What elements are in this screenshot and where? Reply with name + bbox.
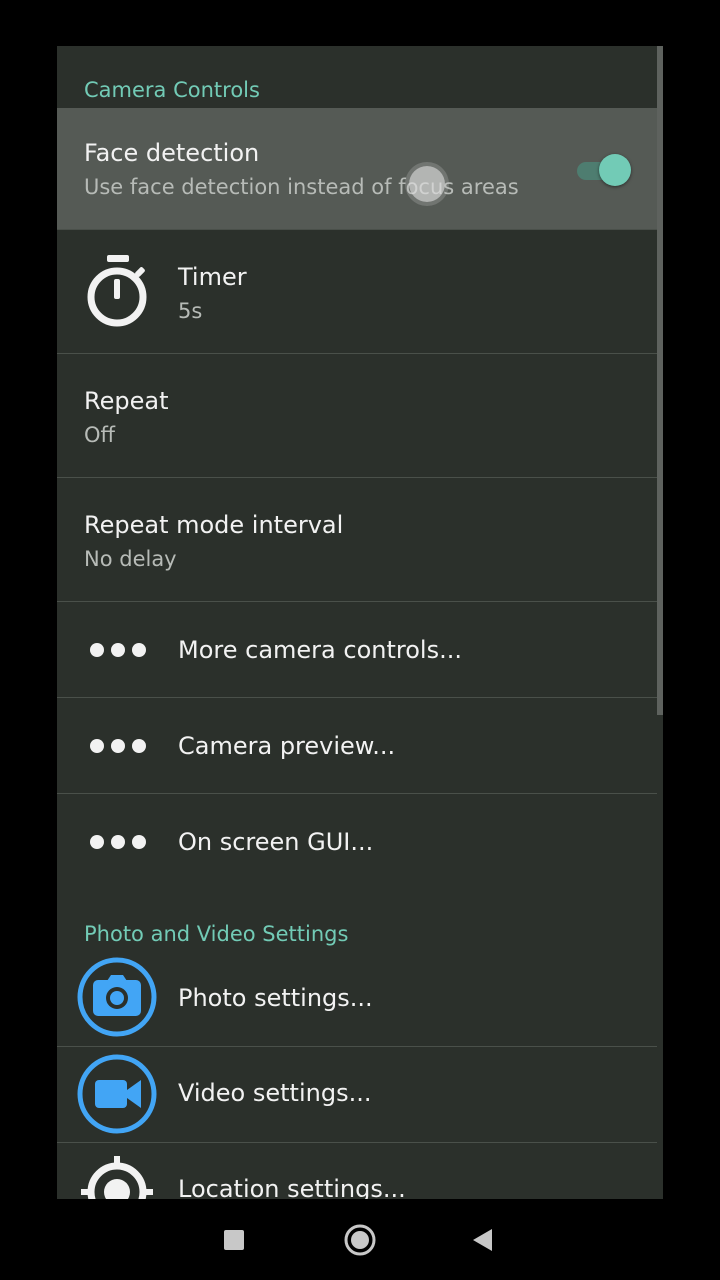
photo-settings-title: Photo settings...: [178, 984, 373, 1012]
setting-face-detection[interactable]: Face detection Use face detection instea…: [57, 108, 657, 230]
stopwatch-icon: [87, 255, 147, 327]
face-detection-toggle[interactable]: [575, 153, 631, 187]
setting-repeat[interactable]: Repeat Off: [57, 355, 657, 478]
camera-preview-title: Camera preview...: [178, 732, 396, 760]
camera-icon: [77, 957, 157, 1037]
face-detection-title: Face detection: [84, 139, 260, 167]
repeat-title: Repeat: [84, 387, 169, 415]
setting-repeat-interval[interactable]: Repeat mode interval No delay: [57, 479, 657, 602]
video-settings-title: Video settings...: [178, 1079, 372, 1107]
more-dots-icon: [90, 739, 146, 753]
more-dots-icon: [90, 835, 146, 849]
scrollbar[interactable]: [657, 46, 663, 715]
section-header-photo-video: Photo and Video Settings: [84, 922, 349, 946]
recents-square-icon[interactable]: [214, 1223, 254, 1257]
video-camera-icon: [77, 1054, 157, 1134]
repeat-interval-title: Repeat mode interval: [84, 511, 344, 539]
navigation-bar: [0, 1199, 720, 1280]
section-header-camera-controls: Camera Controls: [84, 78, 260, 102]
more-camera-controls-title: More camera controls...: [178, 636, 462, 664]
setting-timer[interactable]: Timer 5s: [57, 231, 657, 354]
location-settings-title: Location settings...: [178, 1175, 406, 1199]
touch-ripple: [409, 166, 445, 202]
face-detection-subtitle: Use face detection instead of focus area…: [84, 175, 519, 199]
setting-video-settings[interactable]: Video settings...: [57, 1048, 657, 1143]
setting-camera-preview[interactable]: Camera preview...: [57, 699, 657, 794]
back-triangle-icon[interactable]: [462, 1223, 502, 1257]
timer-value: 5s: [178, 299, 203, 323]
more-dots-icon: [90, 643, 146, 657]
settings-panel: Camera Controls Face detection Use face …: [57, 46, 663, 1199]
repeat-value: Off: [84, 423, 115, 447]
setting-location-settings[interactable]: Location settings...: [57, 1144, 657, 1199]
toggle-thumb: [599, 154, 631, 186]
setting-photo-settings[interactable]: Photo settings...: [57, 953, 657, 1047]
timer-title: Timer: [178, 263, 247, 291]
repeat-interval-value: No delay: [84, 547, 177, 571]
setting-more-camera-controls[interactable]: More camera controls...: [57, 603, 657, 698]
location-crosshair-icon: [81, 1156, 153, 1199]
on-screen-gui-title: On screen GUI...: [178, 828, 374, 856]
setting-on-screen-gui[interactable]: On screen GUI...: [57, 795, 657, 890]
home-circle-icon[interactable]: [340, 1223, 380, 1257]
